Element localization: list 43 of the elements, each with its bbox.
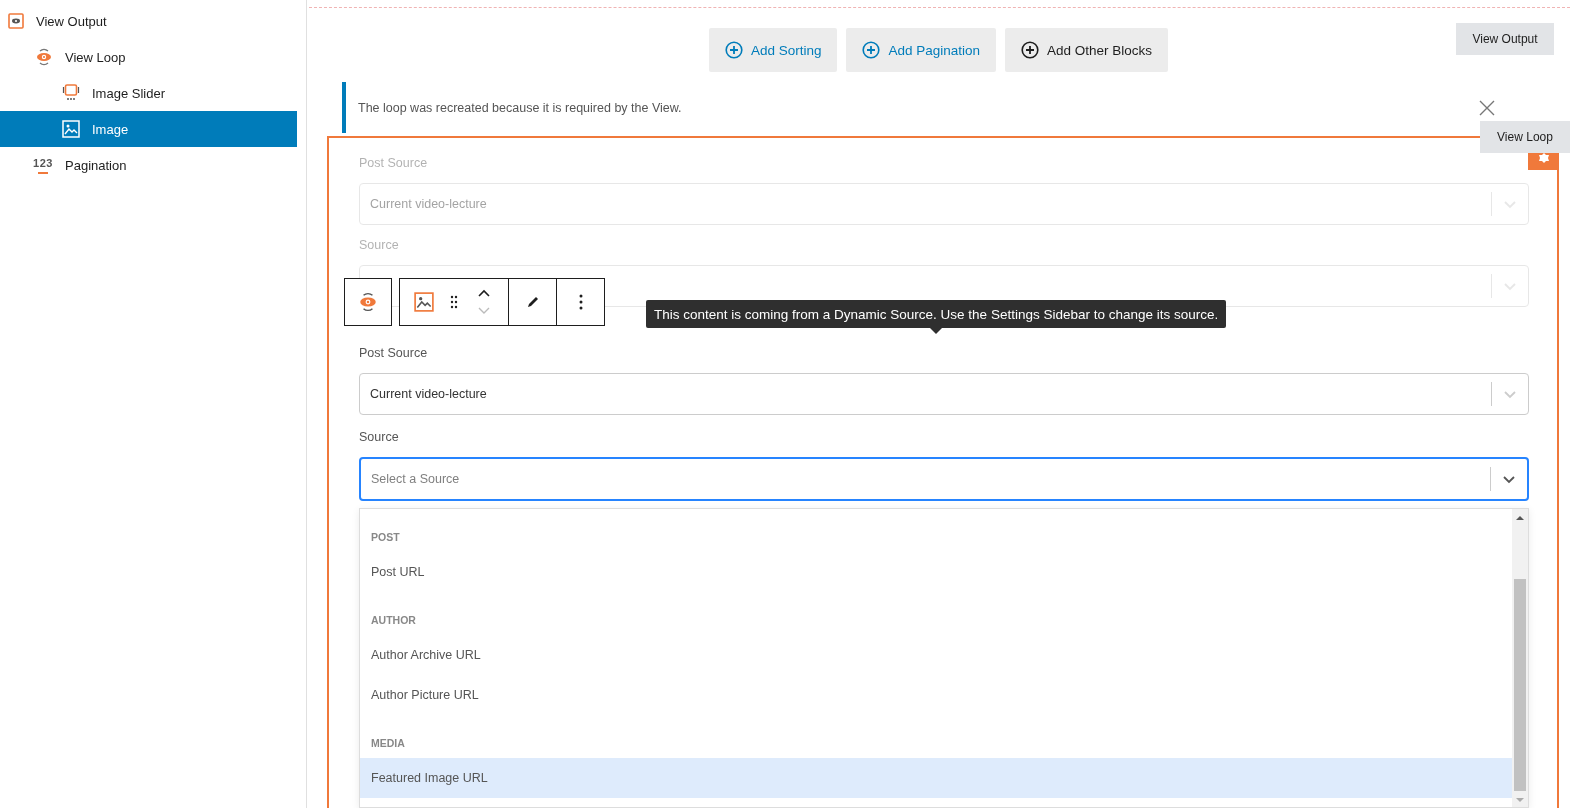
more-vertical-icon	[578, 294, 583, 310]
settings-icon	[1537, 153, 1550, 163]
dropdown-option[interactable]: Author Archive URL	[360, 635, 1512, 675]
drag-dots-icon	[450, 295, 458, 309]
image-icon	[62, 120, 80, 138]
field-label: Post Source	[359, 345, 429, 362]
tooltip: This content is coming from a Dynamic Source. Use the Settings Sidebar to change its source.	[646, 300, 1227, 328]
close-icon[interactable]	[1479, 99, 1495, 116]
plus-circle-icon	[1021, 41, 1040, 59]
field-label: Source	[359, 429, 400, 446]
plus-circle-icon	[862, 41, 881, 59]
eye-loop-icon	[358, 292, 378, 312]
tree-item[interactable]: Image	[0, 111, 297, 147]
field-label: Post Source	[359, 155, 429, 172]
add-block-button[interactable]: Add Pagination	[846, 28, 997, 72]
field-label: Source	[359, 237, 400, 254]
dropdown-option[interactable]: Post URL	[360, 552, 1512, 592]
slider-icon	[62, 84, 80, 102]
eye-icon	[8, 13, 24, 29]
eye-loop-icon	[35, 48, 53, 66]
pencil-icon	[525, 295, 540, 309]
block-label: View Loop	[1480, 121, 1570, 153]
tree-item[interactable]: View Output	[0, 3, 297, 39]
group-heading: POST	[370, 530, 401, 545]
dropdown-option[interactable]: Featured Image URL	[360, 758, 1512, 798]
group-heading: MEDIA	[370, 736, 406, 751]
add-block-button[interactable]: Add Other Blocks	[1005, 28, 1169, 72]
tree-item[interactable]: Image Slider	[0, 75, 297, 111]
image-icon	[414, 292, 434, 312]
scroll-up-arrow-icon[interactable]	[1516, 515, 1524, 521]
group-heading: AUTHOR	[370, 613, 417, 628]
tree-item[interactable]: 123 Pagination	[0, 147, 297, 183]
block-label: View Output	[1456, 23, 1554, 55]
tree-item[interactable]: View Loop	[0, 39, 297, 75]
settings-tab[interactable]	[1528, 153, 1559, 170]
scrollbar[interactable]	[1512, 509, 1528, 807]
notice-text: The loop was recreated because it is required by the View.	[342, 82, 1459, 133]
up-down-chevron-icon	[477, 288, 491, 316]
plus-circle-icon	[724, 41, 743, 59]
tooltip-arrow	[930, 328, 943, 334]
select-field[interactable]: Current video-lecture	[359, 373, 1529, 415]
dropdown-option[interactable]: Author Picture URL	[360, 675, 1512, 715]
add-block-button[interactable]: Add Sorting	[708, 28, 838, 72]
